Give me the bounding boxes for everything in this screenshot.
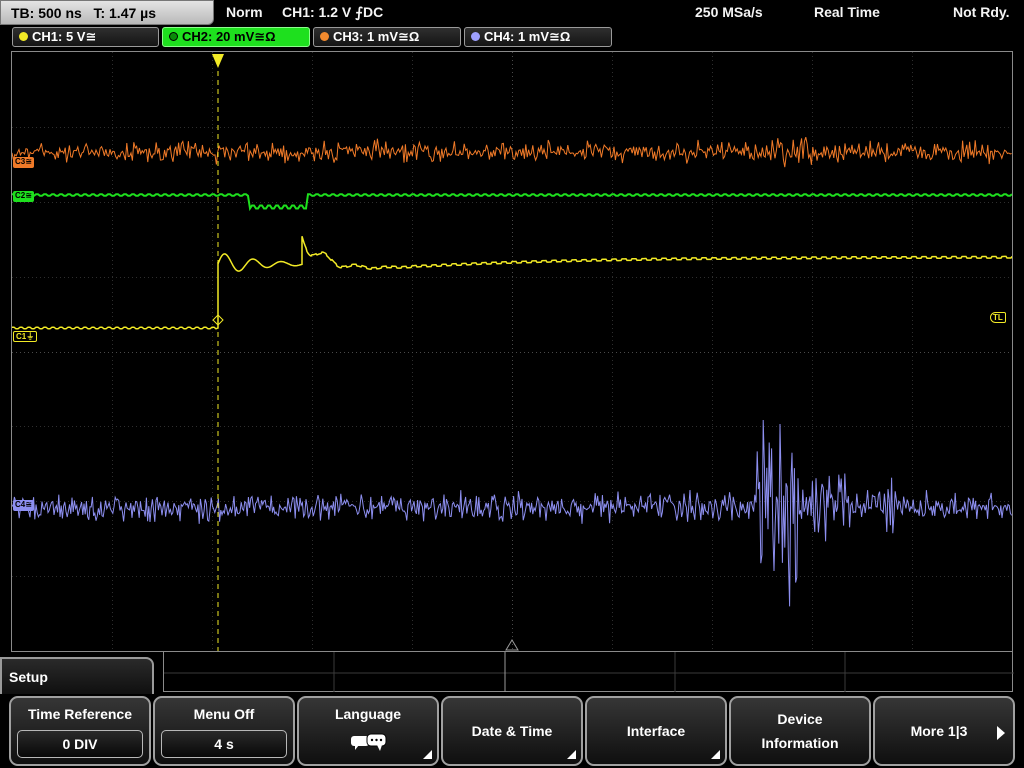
ch3-label: CH3: 1 mV≅Ω: [333, 29, 420, 44]
ch1-dot-icon: [19, 32, 28, 41]
softkey-date-time-label: Date & Time: [471, 723, 553, 739]
softkey-language[interactable]: Language: [297, 696, 439, 766]
waveform-display[interactable]: [11, 51, 1013, 652]
status-bar: TB: 500 ns T: 1.47 µs Norm CH1: 1.2 V ⨍D…: [0, 0, 1024, 25]
ch1-offset-marker[interactable]: C1⏚: [13, 331, 38, 342]
softkey-device-label: Device: [777, 711, 823, 727]
softkey-menu-off[interactable]: Menu Off 4 s: [153, 696, 295, 766]
softkey-more-label: More 1|3: [910, 723, 968, 739]
softkey-date-time[interactable]: Date & Time: [441, 696, 583, 766]
timebase-readout[interactable]: TB: 500 ns T: 1.47 µs: [0, 0, 214, 25]
ch1-waveform: [12, 235, 1012, 330]
ch3-dot-icon: [320, 32, 329, 41]
trigger-level-marker[interactable]: TL: [990, 312, 1006, 323]
ch4-offset-marker[interactable]: C4≅: [13, 500, 34, 511]
ch4-dot-icon: [471, 32, 480, 41]
channel-tab-ch3[interactable]: CH3: 1 mV≅Ω: [313, 27, 461, 47]
trigger-mode: Norm: [226, 4, 263, 20]
next-page-arrow-icon: [997, 726, 1005, 740]
lower-grid-strip: [163, 652, 1014, 692]
submenu-indicator-icon: [423, 750, 432, 759]
sample-rate: 250 MSa/s: [695, 4, 763, 20]
speech-bubbles-icon: [351, 733, 387, 751]
channel-tab-ch4[interactable]: CH4: 1 mV≅Ω: [464, 27, 612, 47]
channel-tab-ch2[interactable]: CH2: 20 mV≅Ω: [162, 27, 310, 47]
softkey-menu-off-label: Menu Off: [193, 706, 255, 722]
softkey-time-reference[interactable]: Time Reference 0 DIV: [9, 696, 151, 766]
softkey-interface[interactable]: Interface: [585, 696, 727, 766]
ch3-waveform: [12, 136, 1012, 168]
ch2-label: CH2: 20 mV≅Ω: [182, 29, 276, 44]
ch1-label: CH1: 5 V≅: [32, 29, 97, 44]
ch2-offset-marker[interactable]: C2≅: [13, 191, 34, 202]
time-reference-value: 0 DIV: [17, 730, 143, 758]
softkey-device-information[interactable]: Device Information: [729, 696, 871, 766]
softkey-time-reference-label: Time Reference: [27, 706, 132, 722]
lower-strip-lines: [164, 652, 1014, 692]
ch2-dot-icon: [169, 32, 178, 41]
submenu-indicator-icon: [567, 750, 576, 759]
softkey-bar: Time Reference 0 DIV Menu Off 4 s Langua…: [0, 694, 1024, 768]
softkey-language-label: Language: [334, 706, 402, 722]
softkey-more[interactable]: More 1|3: [873, 696, 1015, 766]
acquisition-mode: Real Time: [814, 4, 880, 20]
channel-tab-ch1[interactable]: CH1: 5 V≅: [12, 27, 159, 47]
ch3-offset-marker[interactable]: C3≅: [13, 157, 34, 168]
ch2-waveform: [12, 193, 1012, 212]
submenu-indicator-icon: [711, 750, 720, 759]
ch4-waveform: [12, 419, 1012, 607]
waveform-canvas: [12, 52, 1012, 651]
trigger-position-arrow-icon: [212, 54, 224, 68]
softkey-interface-label: Interface: [626, 723, 686, 739]
ch4-label: CH4: 1 mV≅Ω: [484, 29, 571, 44]
menu-off-value: 4 s: [161, 730, 287, 758]
acquisition-state: Not Rdy.: [953, 4, 1010, 20]
softkey-information-label: Information: [761, 735, 839, 751]
trigger-source-readout: CH1: 1.2 V ⨍DC: [282, 4, 384, 20]
